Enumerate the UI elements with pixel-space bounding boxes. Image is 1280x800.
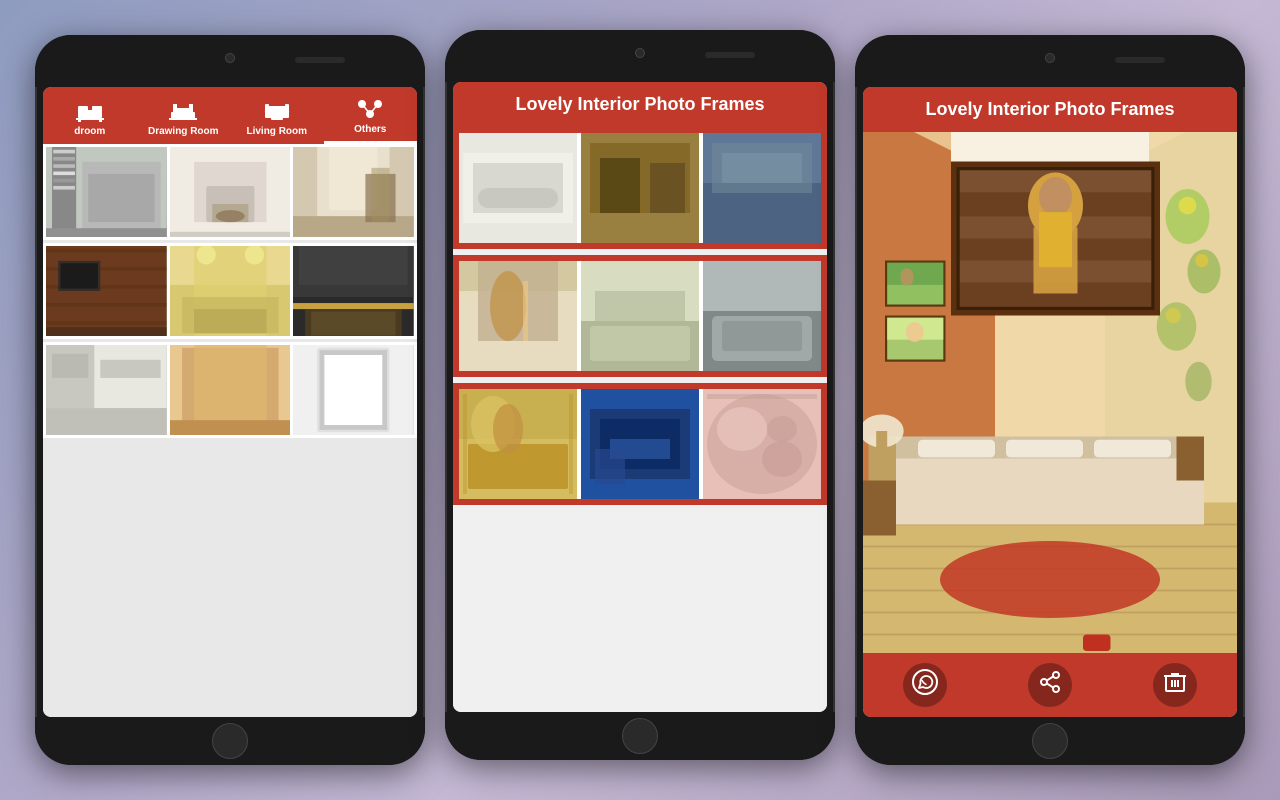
photo-cell[interactable]	[293, 246, 414, 336]
photo-grid	[43, 144, 417, 717]
app-toolbar-3	[863, 653, 1237, 717]
room-image-modern	[46, 345, 167, 435]
room-image-hallway	[293, 147, 414, 237]
tab-others[interactable]: Others	[324, 93, 418, 144]
tab-bedroom[interactable]: droom	[43, 95, 137, 143]
phone-2-top-bar	[445, 30, 835, 82]
phone-3-screen: Lovely Interior Photo Frames	[863, 87, 1237, 717]
phone-3: Lovely Interior Photo Frames	[855, 35, 1245, 765]
app-photo[interactable]	[581, 261, 699, 371]
room-image-white-frame	[293, 345, 414, 435]
phone-1-top-bar	[35, 35, 425, 87]
photo-cell[interactable]	[170, 345, 291, 435]
app-title-2: Lovely Interior Photo Frames	[515, 94, 764, 114]
phones-container: droom Drawing Room	[0, 0, 1280, 800]
photo-cell[interactable]	[170, 246, 291, 336]
others-icon	[356, 97, 384, 121]
app-photo[interactable]	[459, 133, 577, 243]
tab-drawing-room[interactable]: Drawing Room	[137, 95, 231, 143]
app-section-3	[453, 383, 827, 505]
phone-2-bottom-bar	[445, 712, 835, 760]
app-title-3: Lovely Interior Photo Frames	[925, 99, 1174, 119]
share-icon	[1038, 670, 1062, 700]
app-section-1	[453, 127, 827, 249]
room-image-bright-ceiling	[170, 246, 291, 336]
room-image-bookshelf	[46, 147, 167, 237]
app-photo[interactable]	[581, 133, 699, 243]
phone-3-bottom-bar	[855, 717, 1245, 765]
app-photo[interactable]	[459, 261, 577, 371]
living-room-icon	[263, 99, 291, 123]
whatsapp-icon	[912, 669, 938, 701]
app-photo[interactable]	[459, 389, 577, 499]
photo-cell[interactable]	[46, 345, 167, 435]
app-section-inner-2	[459, 261, 821, 371]
phone-2: Lovely Interior Photo Frames	[445, 30, 835, 760]
main-room-image	[863, 132, 1237, 653]
tab-living-room[interactable]: Living Room	[230, 95, 324, 143]
app-content-2	[453, 127, 827, 712]
photo-cell[interactable]	[293, 345, 414, 435]
photo-cell[interactable]	[170, 147, 291, 237]
app-photo[interactable]	[703, 389, 821, 499]
delete-icon	[1163, 670, 1187, 700]
phone-1-screen: droom Drawing Room	[43, 87, 417, 717]
app-photo[interactable]	[703, 261, 821, 371]
photo-row-3	[43, 342, 417, 438]
tab-bar: droom Drawing Room	[43, 87, 417, 144]
delete-button[interactable]	[1153, 663, 1197, 707]
phone-3-top-bar	[855, 35, 1245, 87]
home-button-1[interactable]	[212, 723, 248, 759]
earpiece-3	[1115, 57, 1165, 63]
room-image-fireplace	[170, 147, 291, 237]
phone-2-screen: Lovely Interior Photo Frames	[453, 82, 827, 712]
front-camera-3	[1045, 53, 1055, 63]
photo-row-1	[43, 144, 417, 240]
front-camera-1	[225, 53, 235, 63]
home-button-2[interactable]	[622, 718, 658, 754]
tab-bedroom-label: droom	[74, 126, 105, 137]
app-photo[interactable]	[581, 389, 699, 499]
room-image-conference	[293, 246, 414, 336]
app-header-2: Lovely Interior Photo Frames	[453, 82, 827, 127]
home-button-3[interactable]	[1032, 723, 1068, 759]
room-image-warm-hall	[170, 345, 291, 435]
earpiece-1	[295, 57, 345, 63]
app-section-inner-3	[459, 389, 821, 499]
phone-1: droom Drawing Room	[35, 35, 425, 765]
bed-icon	[76, 99, 104, 123]
earpiece-2	[705, 52, 755, 58]
app-photo[interactable]	[703, 133, 821, 243]
whatsapp-button[interactable]	[903, 663, 947, 707]
front-camera-2	[635, 48, 645, 58]
photo-cell[interactable]	[293, 147, 414, 237]
photo-row-2	[43, 243, 417, 339]
photo-cell[interactable]	[46, 147, 167, 237]
room-image-wood-wall	[46, 246, 167, 336]
app-section-inner-1	[459, 133, 821, 243]
tab-drawing-room-label: Drawing Room	[148, 126, 219, 137]
drawing-room-icon	[169, 99, 197, 123]
app-section-2	[453, 255, 827, 377]
tab-living-room-label: Living Room	[246, 126, 307, 137]
app-header-3: Lovely Interior Photo Frames	[863, 87, 1237, 132]
share-button[interactable]	[1028, 663, 1072, 707]
photo-cell[interactable]	[46, 246, 167, 336]
tab-others-label: Others	[354, 124, 386, 135]
phone-1-bottom-bar	[35, 717, 425, 765]
